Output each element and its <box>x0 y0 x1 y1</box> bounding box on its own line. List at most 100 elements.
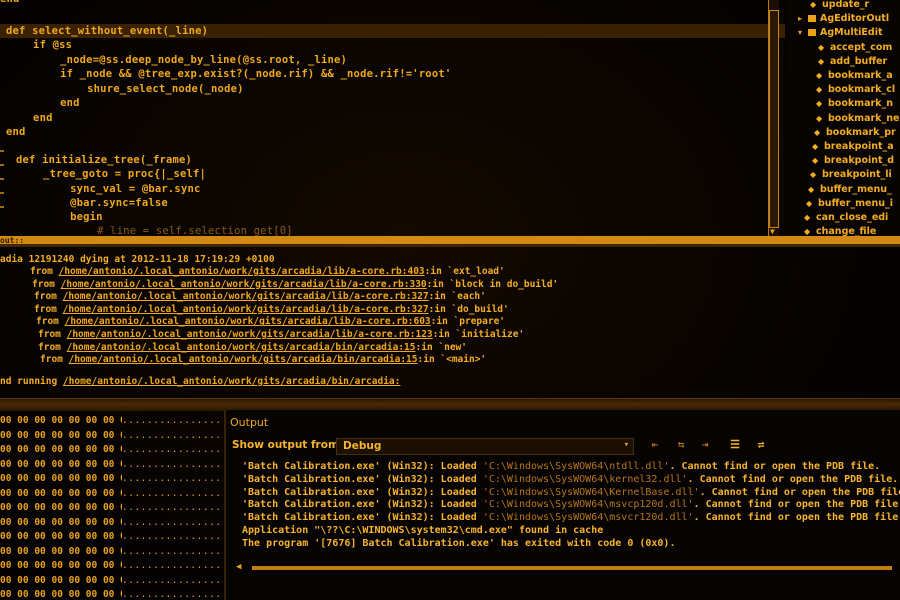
scroll-down-arrow-icon[interactable]: ▼ <box>770 228 776 236</box>
tree-item[interactable]: ◆ breakpoint_a <box>812 140 894 154</box>
prev-message-icon[interactable]: ⇆ <box>674 438 688 452</box>
output-log-line: 'Batch Calibration.exe' (Win32): Loaded … <box>242 473 898 486</box>
method-icon: ◆ <box>818 56 825 66</box>
memory-ascii-row: ................. <box>122 487 222 499</box>
log-segment: 'Batch Calibration.exe' (Win32): Loaded <box>242 473 483 485</box>
output-scroll-thumb[interactable] <box>252 566 892 570</box>
output-log-line: 'Batch Calibration.exe' (Win32): Loaded … <box>242 486 900 499</box>
tree-item[interactable]: ▾ AgMultiEdit <box>798 26 883 40</box>
code-line[interactable]: end <box>6 125 26 139</box>
tree-item[interactable]: ◆ bookmark_ne <box>816 112 899 126</box>
tree-item[interactable]: ◆ bookmark_cl <box>816 83 895 97</box>
code-line[interactable]: _tree_goto = proc{|_self| <box>30 167 206 181</box>
collapse-arrow-icon[interactable]: ▾ <box>798 26 808 40</box>
next-message-icon[interactable]: ⇥ <box>698 438 712 452</box>
code-editor[interactable]: end def select_without_event(_line) if @s… <box>0 0 785 236</box>
expand-arrow-icon[interactable]: ▸ <box>798 12 808 26</box>
tree-item-label: breakpoint_a <box>824 141 894 152</box>
outline-tree[interactable]: ◆ update_r ▸ AgEditorOutl ▾ AgMultiEdit ◆ accep… <box>788 0 900 240</box>
log-segment: 'Batch Calibration.exe' (Win32): Loaded <box>242 512 483 524</box>
show-output-row: Show output from: Debug ▾ <box>232 438 652 455</box>
code-line[interactable]: if @ss <box>20 38 72 52</box>
method-icon: ◆ <box>816 71 823 80</box>
word-wrap-icon[interactable]: ⇌ <box>754 438 768 452</box>
stack-frame-path[interactable]: /home/antonio/.local_antonio/work/gits/a… <box>67 329 433 340</box>
show-output-label: Show output from: <box>232 439 344 451</box>
tree-item[interactable]: ▸ AgEditorOutl <box>798 12 889 26</box>
stack-frame-path[interactable]: /home/antonio/.local_antonio/work/gits/a… <box>59 266 425 277</box>
tree-item-label: buffer_menu_ <box>820 183 892 195</box>
log-segment: . Cannot find or open the PDB file. <box>699 486 900 498</box>
stack-frame-suffix: :in `each' <box>428 291 486 303</box>
tree-item[interactable]: ◆ bookmark_pr <box>814 126 896 140</box>
tree-item-label: add_buffer <box>830 55 888 67</box>
code-line[interactable]: end <box>34 96 80 110</box>
memory-row: 00 00 00 00 00 00 00 00 <box>0 429 122 441</box>
code-line[interactable]: end <box>20 111 53 125</box>
method-icon: ◆ <box>808 184 815 194</box>
stack-frame-path[interactable]: /home/antonio/.local_antonio/work/gits/a… <box>69 354 418 365</box>
tree-item[interactable]: ◆ update_r <box>810 0 869 12</box>
clear-all-icon[interactable]: ☰ <box>728 438 742 452</box>
method-icon: ◆ <box>816 99 823 109</box>
memory-ascii-row: ................. <box>122 589 222 600</box>
error-header: adia 12191240 dying at 2012-11-18 17:19:… <box>0 254 275 265</box>
tree-item[interactable]: ◆ buffer_menu_ <box>808 183 892 197</box>
log-segment: The program '[7676] Batch Calibration.ex… <box>242 537 676 549</box>
tree-item-label: accept_com <box>830 41 893 53</box>
memory-row: 00 00 00 00 00 00 00 00 <box>0 444 122 455</box>
code-line[interactable]: _node=@ss.deep_node_by_line(@ss.root, _l… <box>34 53 347 67</box>
output-divider-bar[interactable] <box>0 236 900 244</box>
running-path[interactable]: /home/antonio/.local_antonio/work/gits/a… <box>63 376 400 387</box>
code-line[interactable]: def select_without_event(_line) <box>0 24 785 38</box>
memory-ascii-row: ................. <box>122 516 222 528</box>
code-line[interactable]: def initialize_tree(_frame) <box>16 153 192 167</box>
editor-scroll-thumb[interactable] <box>769 10 779 228</box>
log-segment: 'Batch Calibration.exe' (Win32): Loaded <box>242 499 483 511</box>
chevron-down-icon: ▾ <box>623 440 629 450</box>
code-line[interactable]: begin <box>44 210 103 224</box>
memory-grid: 00 00 00 00 00 00 00 00 00 00 00 00 00 00… <box>0 414 122 600</box>
method-icon: ◆ <box>810 170 817 180</box>
memory-row: 00 00 00 00 00 00 00 00 <box>0 574 122 586</box>
code-line[interactable]: end <box>0 0 20 6</box>
show-output-dropdown[interactable]: Debug ▾ <box>336 438 634 455</box>
stack-frame-path[interactable]: /home/antonio/.local_antonio/work/gits/a… <box>67 342 416 353</box>
divider-shadow <box>0 244 900 247</box>
log-segment: 'C:\Windows\SysWOW64\kernel32.dll' <box>482 473 688 485</box>
stack-frame-path[interactable]: /home/antonio/.local_antonio/work/gits/a… <box>63 304 429 315</box>
memory-ascii-row: ................. <box>122 531 222 542</box>
log-segment: 'Batch Calibration.exe' (Win32): Loaded <box>242 461 483 472</box>
memory-ascii-row: ................. <box>122 545 222 557</box>
stack-frame-path[interactable]: /home/antonio/.local_antonio/work/gits/a… <box>63 291 429 302</box>
stack-frame: from /home/antonio/.local_antonio/work/g… <box>30 266 505 278</box>
stack-frame-path[interactable]: /home/antonio/.local_antonio/work/gits/a… <box>61 279 427 290</box>
tree-item[interactable]: ◆ bookmark_n <box>816 97 893 111</box>
tree-item[interactable]: ◆ breakpoint_li <box>810 168 892 182</box>
find-message-icon[interactable]: ⇤ <box>648 438 662 452</box>
tree-item[interactable]: ◆ add_buffer <box>818 55 887 69</box>
stack-frame-path[interactable]: /home/antonio/.local_antonio/work/gits/a… <box>65 316 431 327</box>
code-line[interactable]: shure_select_node(_node) <box>48 82 244 96</box>
stack-frame-prefix: from <box>34 303 63 315</box>
code-line[interactable]: @bar.sync=false <box>44 196 168 210</box>
method-icon: ◆ <box>812 142 819 151</box>
method-icon: ◆ <box>814 127 821 137</box>
scroll-left-arrow-icon[interactable]: ◀ <box>236 562 241 572</box>
tree-item[interactable]: ◆ buffer_menu_i <box>806 197 893 211</box>
code-line[interactable]: # line = self.selection_get[0] <box>58 224 293 236</box>
output-title: Output <box>230 416 269 429</box>
memory-row: 00 00 00 00 00 00 00 00 <box>0 545 122 557</box>
output-log-line: Application "\??\C:\WINDOWS\system32\cmd… <box>242 524 603 537</box>
tree-item[interactable]: ◆ breakpoint_d <box>812 154 894 168</box>
tree-item-label: breakpoint_d <box>824 155 895 167</box>
output-horizontal-scrollbar[interactable]: ◀ <box>236 562 896 574</box>
memory-ascii-row: ................. <box>122 574 222 586</box>
tree-item[interactable]: ◆ can_close_edi <box>804 211 888 225</box>
code-line[interactable]: sync_val = @bar.sync <box>44 182 201 196</box>
code-line[interactable]: if _node && @tree_exp.exist?(_node.rif) … <box>34 67 451 81</box>
tree-item[interactable]: ◆ bookmark_a <box>816 69 893 83</box>
stack-frame-prefix: from <box>30 266 59 277</box>
tree-item[interactable]: ◆ accept_com <box>818 41 892 55</box>
stack-frame: from /home/antonio/.local_antonio/work/g… <box>36 316 505 328</box>
